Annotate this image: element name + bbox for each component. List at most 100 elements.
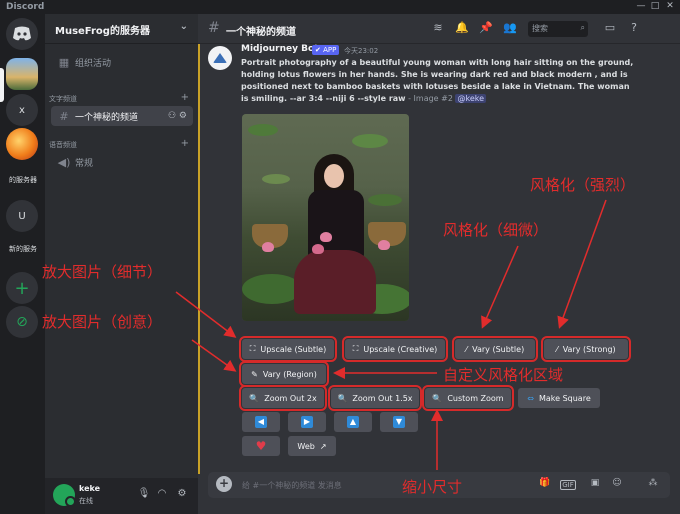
external-link-icon: ↗ (319, 441, 327, 451)
lotus-flower (262, 242, 274, 252)
explore-servers-icon[interactable]: ⊘ (6, 306, 38, 338)
headphones-icon[interactable]: ◠ (155, 488, 169, 499)
events-item[interactable]: ▦ 组织活动 (51, 52, 193, 72)
pin-icon[interactable]: 📌 (478, 21, 494, 34)
maximize-button[interactable]: □ (648, 1, 662, 11)
events-label: 组织活动 (75, 58, 112, 69)
gift-icon[interactable]: 🎁 (538, 478, 552, 488)
custom-zoom-label: Custom Zoom (447, 393, 504, 403)
chevron-down-icon[interactable]: ⌄ (180, 21, 188, 32)
server-header[interactable]: MuseFrog的服务器 ⌄ (45, 14, 198, 44)
vary-region-label: Vary (Region) (262, 369, 317, 379)
annotation-zoom-out: 缩小尺寸 (402, 478, 463, 496)
make-square-button[interactable]: ⇔ Make Square (518, 388, 600, 408)
favorite-button[interactable]: ♥ (242, 436, 280, 456)
server-icon-landscape[interactable] (6, 58, 38, 90)
arrow-right-icon: ▶ (301, 416, 313, 428)
upscale-creative-button[interactable]: ⛶ Upscale (Creative) (342, 336, 448, 362)
pan-right-button[interactable]: ▶ (288, 412, 326, 432)
server-name: MuseFrog的服务器 (55, 26, 150, 37)
lotus-leaf (248, 124, 278, 136)
voice-category[interactable]: 语音频道 + (49, 138, 193, 150)
arrow-up-icon: ▲ (347, 416, 359, 428)
add-attachment-icon[interactable]: + (216, 476, 232, 492)
custom-zoom-button[interactable]: 🔍 Custom Zoom (422, 385, 514, 411)
add-server-icon[interactable]: + (6, 272, 38, 304)
upscale-creative-label: Upscale (Creative) (363, 344, 438, 354)
app-title: Discord (6, 2, 45, 12)
server-icon-x[interactable]: x (6, 94, 38, 126)
pan-up-button[interactable]: ▲ (334, 412, 372, 432)
speaker-icon: ◀) (57, 155, 71, 169)
heart-icon: ♥ (255, 439, 267, 453)
expand-icon: ⛶ (249, 344, 256, 353)
text-category[interactable]: 文字频道 + (49, 92, 193, 104)
vary-subtle-button[interactable]: ⁄ Vary (Subtle) (452, 336, 538, 362)
member-list-icon[interactable]: 👥 (502, 21, 518, 34)
server-label-2: 新的服务 (9, 245, 37, 253)
search-input[interactable]: 搜索 ⌕ (528, 21, 588, 37)
search-placeholder: 搜索 (532, 24, 548, 33)
user-panel: keke 在线 🎙 ◠ ⚙ (45, 478, 198, 514)
apps-icon[interactable]: ⁂ (646, 478, 660, 488)
discord-home-icon[interactable] (6, 18, 38, 50)
mic-icon[interactable]: 🎙 (137, 488, 151, 499)
zoom-out-1-5x-label: Zoom Out 1.5x (352, 393, 413, 403)
close-button[interactable]: ✕ (663, 1, 677, 11)
vary-subtle-label: Vary (Subtle) (472, 344, 525, 354)
voice-channel-item[interactable]: ◀) 常规 (51, 152, 193, 172)
user-mention[interactable]: @keke (455, 94, 487, 103)
annotation-custom-region: 自定义风格化区域 (443, 366, 564, 384)
minimize-button[interactable]: — (634, 1, 648, 11)
voice-category-label: 语音频道 (49, 141, 77, 149)
invite-settings-icon[interactable]: ⚇ ⚙ (168, 111, 187, 121)
channel-header: # 一个神秘的频道 ≋ 🔔 📌 👥 搜索 ⌕ ▭ ? (198, 14, 680, 44)
make-square-label: Make Square (538, 393, 591, 403)
zoom-out-1-5x-button[interactable]: 🔍 Zoom Out 1.5x (328, 385, 422, 411)
upscale-subtle-label: Upscale (Subtle) (260, 344, 327, 354)
threads-icon[interactable]: ≋ (430, 21, 446, 34)
hash-icon: # (59, 109, 69, 123)
server-icon-orange[interactable] (6, 128, 38, 160)
lotus-flower (378, 240, 390, 250)
web-link-button[interactable]: Web ↗ (288, 436, 336, 456)
lotus-flower (312, 244, 324, 254)
vary-region-button[interactable]: ✎ Vary (Region) (239, 361, 329, 387)
server-rail: x 的服务器 U 新的服务 + ⊘ (0, 14, 45, 514)
help-icon[interactable]: ? (626, 21, 642, 34)
vary-strong-button[interactable]: ⁄ Vary (Strong) (541, 336, 631, 362)
magic-wand-icon: ⁄ (556, 344, 558, 354)
magnifier-icon: 🔍 (249, 393, 260, 403)
channel-label: 一个神秘的频道 (75, 112, 139, 123)
bot-avatar[interactable] (208, 46, 232, 70)
generated-image[interactable] (242, 114, 409, 321)
emoji-icon[interactable]: ☺ (610, 478, 624, 488)
magnifier-icon: 🔍 (337, 393, 348, 403)
web-label: Web (297, 441, 315, 451)
lotus-leaf (242, 274, 302, 304)
magnifier-icon: 🔍 (432, 393, 443, 403)
magic-wand-icon: ⁄ (465, 344, 468, 354)
message-author[interactable]: Midjourney Bot (241, 44, 318, 54)
zoom-out-2x-button[interactable]: 🔍 Zoom Out 2x (239, 385, 327, 411)
voice-channel-label: 常规 (75, 158, 94, 169)
pan-left-button[interactable]: ◀ (242, 412, 280, 432)
annotation-stylize-strong: 风格化（强烈） (530, 176, 636, 194)
user-avatar[interactable] (53, 484, 76, 507)
woman-figure (294, 154, 376, 314)
sticker-icon[interactable]: ▣ (588, 478, 602, 488)
arrow-down-icon: ▼ (393, 416, 405, 428)
add-voice-channel-icon[interactable]: + (181, 138, 189, 149)
notification-bell-icon[interactable]: 🔔 (454, 21, 470, 34)
add-text-channel-icon[interactable]: + (181, 92, 189, 103)
server-icon-u[interactable]: U (6, 200, 38, 232)
gif-icon[interactable]: GIF (560, 480, 576, 490)
lotus-flower (320, 232, 332, 242)
settings-gear-icon[interactable]: ⚙ (175, 488, 189, 499)
lotus-leaf (368, 194, 402, 206)
upscale-subtle-button[interactable]: ⛶ Upscale (Subtle) (239, 336, 337, 362)
pan-down-button[interactable]: ▼ (380, 412, 418, 432)
paintbrush-icon: ✎ (251, 369, 258, 379)
channel-item-active[interactable]: # 一个神秘的频道 ⚇ ⚙ (51, 106, 193, 126)
inbox-icon[interactable]: ▭ (602, 21, 618, 34)
